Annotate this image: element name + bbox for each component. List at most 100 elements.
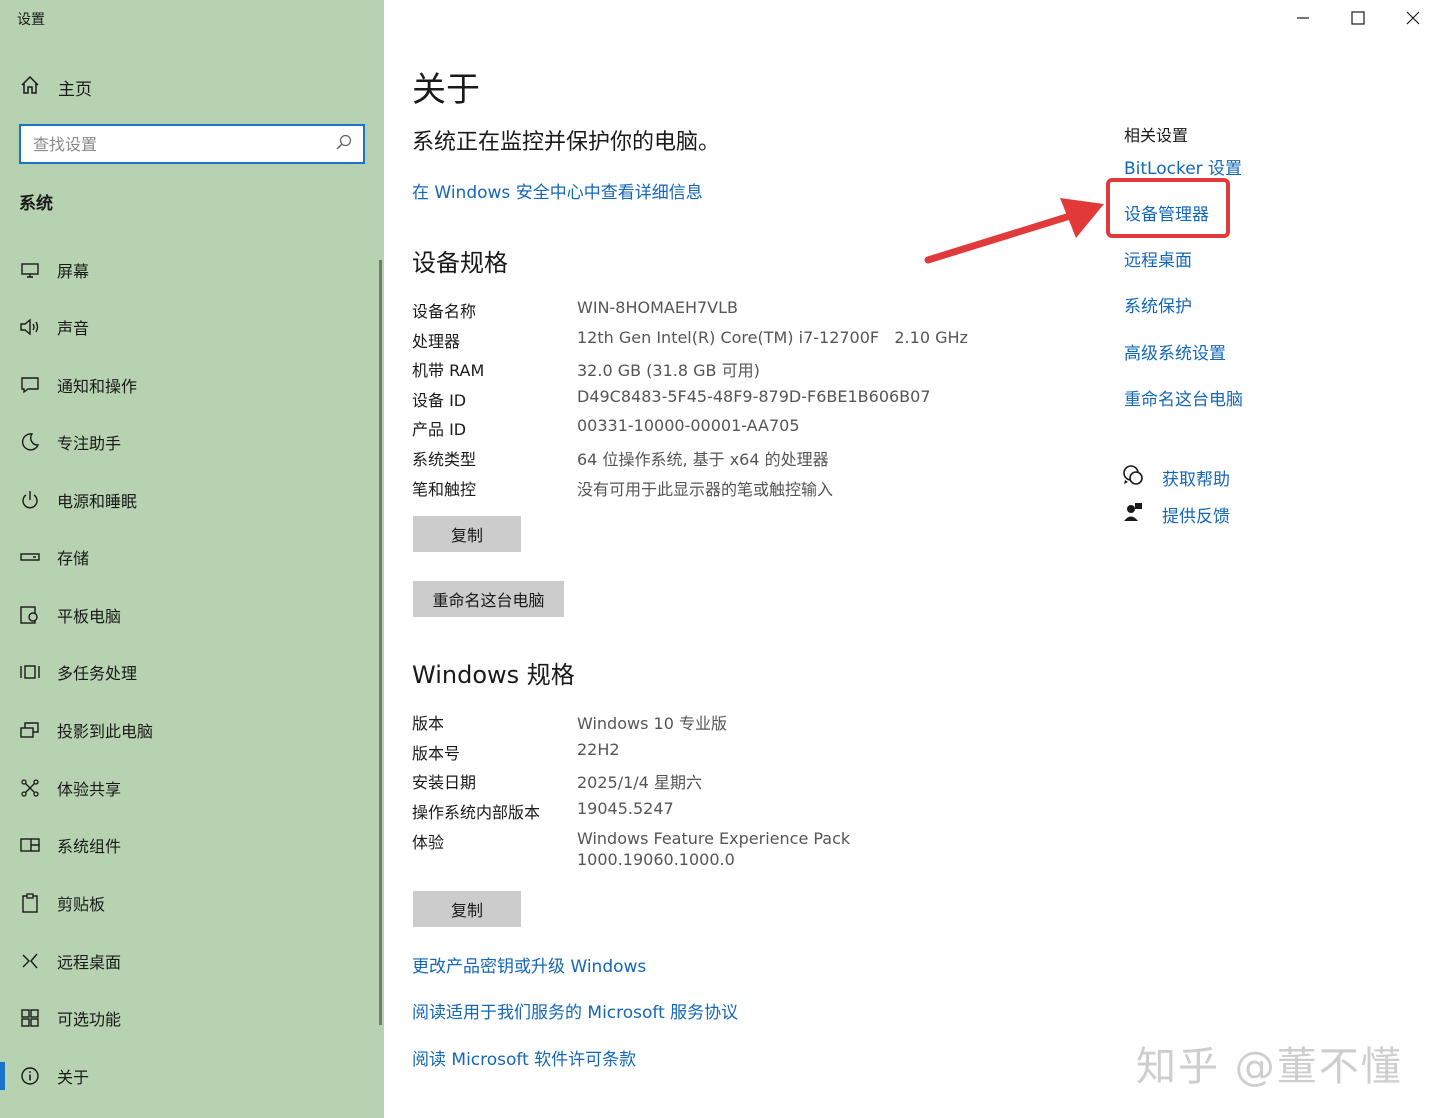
spec-row-experience: 体验 Windows Feature Experience Pack 1000.19… (412, 829, 850, 879)
system-protection-link[interactable]: 系统保护 (1124, 292, 1192, 317)
copy-windows-specs-button[interactable]: 复制 (413, 891, 521, 927)
spec-row-ram: 机带 RAM 32.0 GB (31.8 GB 可用) (412, 357, 760, 385)
spec-row-edition: 版本 Windows 10 专业版 (412, 710, 727, 738)
speaker-icon (19, 316, 41, 338)
sidebar-item-label: 声音 (57, 319, 90, 338)
spec-value: 00331-10000-00001-AA705 (577, 416, 800, 435)
spec-key: 版本 (412, 714, 445, 733)
give-feedback-label: 提供反馈 (1162, 506, 1230, 527)
remote-desktop-link[interactable]: 远程桌面 (1124, 246, 1192, 271)
spec-value: Windows Feature Experience Pack (577, 829, 851, 848)
home-nav[interactable]: 主页 (20, 72, 92, 102)
spec-key: 机带 RAM (412, 361, 485, 380)
minimize-icon (1296, 10, 1310, 29)
message-icon (19, 374, 41, 396)
sidebar-item-label: 投影到此电脑 (57, 722, 154, 741)
spec-row-pen-touch: 笔和触控 没有可用于此显示器的笔或触控输入 (412, 476, 833, 504)
sidebar-item-storage[interactable]: 存储 (0, 535, 376, 579)
feedback-person-icon (1122, 501, 1144, 527)
sidebar-item-sound[interactable]: 声音 (0, 305, 376, 349)
sidebar: 设置 主页 系统 屏幕 声音 通知和操作 专注助手 电源和睡眠 存储 平板 (0, 0, 384, 1118)
sidebar-item-label: 关于 (57, 1068, 90, 1087)
security-center-link[interactable]: 在 Windows 安全中心中查看详细信息 (412, 178, 703, 203)
sidebar-item-clipboard[interactable]: 剪贴板 (0, 881, 376, 925)
sidebar-item-remote-desktop[interactable]: 远程桌面 (0, 939, 376, 983)
spec-key: 版本号 (412, 744, 461, 763)
search-icon[interactable] (335, 133, 353, 155)
page-title: 关于 (412, 70, 480, 110)
minimize-button[interactable] (1275, 0, 1330, 38)
close-button[interactable] (1385, 0, 1440, 38)
bitlocker-link[interactable]: BitLocker 设置 (1124, 154, 1242, 179)
sidebar-item-system-components[interactable]: 系统组件 (0, 823, 376, 867)
home-label: 主页 (58, 79, 92, 100)
sidebar-item-tablet[interactable]: 平板电脑 (0, 593, 376, 637)
spec-value: D49C8483-5F45-48F9-879D-F6BE1B606B07 (577, 387, 931, 406)
spec-row-install-date: 安装日期 2025/1/4 星期六 (412, 769, 702, 797)
sidebar-item-display[interactable]: 屏幕 (0, 248, 376, 292)
spec-row-processor: 处理器 12th Gen Intel(R) Core(TM) i7-12700F … (412, 328, 968, 356)
spec-value: Windows 10 专业版 (577, 714, 727, 733)
copy-device-specs-button[interactable]: 复制 (413, 516, 521, 552)
sidebar-item-label: 存储 (57, 549, 90, 568)
sidebar-item-notifications[interactable]: 通知和操作 (0, 363, 376, 407)
components-icon (19, 834, 41, 856)
home-icon (20, 75, 40, 99)
spec-value: 64 位操作系统, 基于 x64 的处理器 (577, 450, 829, 469)
spec-value: 19045.5247 (577, 799, 674, 818)
spec-row-device-id: 设备 ID D49C8483-5F45-48F9-879D-F6BE1B606B0… (412, 387, 931, 415)
spec-row-system-type: 系统类型 64 位操作系统, 基于 x64 的处理器 (412, 446, 829, 474)
power-icon (19, 489, 41, 511)
get-help-link[interactable]: 获取帮助 (1122, 464, 1230, 490)
spec-row-version: 版本号 22H2 (412, 740, 620, 768)
rename-pc-button[interactable]: 重命名这台电脑 (413, 581, 564, 617)
project-icon (19, 719, 41, 741)
spec-value: 12th Gen Intel(R) Core(TM) i7-12700F 2.1… (577, 328, 968, 347)
license-terms-link[interactable]: 阅读 Microsoft 软件许可条款 (412, 1045, 636, 1070)
spec-row-device-name: 设备名称 WIN-8HOMAEH7VLB (412, 298, 738, 326)
spec-row-os-build: 操作系统内部版本 19045.5247 (412, 799, 674, 827)
upgrade-windows-link[interactable]: 更改产品密钥或升级 Windows (412, 952, 646, 977)
moon-icon (19, 431, 41, 453)
give-feedback-link[interactable]: 提供反馈 (1122, 501, 1230, 527)
spec-key: 设备名称 (412, 302, 477, 321)
spec-key: 操作系统内部版本 (412, 803, 541, 822)
spec-value: 2025/1/4 星期六 (577, 773, 702, 792)
close-icon (1406, 10, 1420, 29)
search-input[interactable] (33, 134, 335, 154)
sidebar-item-label: 远程桌面 (57, 953, 122, 972)
spec-key: 安装日期 (412, 773, 477, 792)
drive-icon (19, 546, 41, 568)
spec-value-group: Windows Feature Experience Pack 1000.1906… (577, 829, 850, 879)
sidebar-item-projecting[interactable]: 投影到此电脑 (0, 708, 376, 752)
protection-status: 系统正在监控并保护你的电脑。 (412, 130, 721, 155)
get-help-label: 获取帮助 (1162, 469, 1230, 490)
sidebar-item-focus[interactable]: 专注助手 (0, 420, 376, 464)
sidebar-item-label: 体验共享 (57, 780, 122, 799)
maximize-button[interactable] (1330, 0, 1385, 38)
maximize-icon (1350, 10, 1365, 29)
app-title: 设置 (17, 12, 45, 28)
service-agreement-link[interactable]: 阅读适用于我们服务的 Microsoft 服务协议 (412, 998, 738, 1023)
spec-value: 22H2 (577, 740, 620, 759)
spec-key: 设备 ID (412, 391, 467, 410)
sidebar-item-label: 可选功能 (57, 1010, 122, 1029)
sidebar-item-about[interactable]: 关于 (0, 1054, 376, 1098)
share-icon (19, 777, 41, 799)
monitor-icon (19, 259, 41, 281)
help-chat-icon (1122, 464, 1144, 490)
sidebar-item-label: 系统组件 (57, 837, 122, 856)
advanced-system-settings-link[interactable]: 高级系统设置 (1124, 339, 1226, 364)
related-settings-title: 相关设置 (1124, 126, 1189, 145)
sidebar-item-power[interactable]: 电源和睡眠 (0, 478, 376, 522)
search-box[interactable] (19, 124, 365, 164)
sidebar-item-label: 屏幕 (57, 262, 90, 281)
sidebar-item-label: 电源和睡眠 (57, 492, 138, 511)
sidebar-scrollbar[interactable] (379, 260, 382, 1025)
sidebar-item-multitasking[interactable]: 多任务处理 (0, 650, 376, 694)
clipboard-icon (19, 892, 41, 914)
sidebar-item-optional-features[interactable]: 可选功能 (0, 996, 376, 1040)
multitask-icon (19, 661, 41, 683)
sidebar-item-shared-experiences[interactable]: 体验共享 (0, 766, 376, 810)
rename-pc-link[interactable]: 重命名这台电脑 (1124, 385, 1243, 410)
